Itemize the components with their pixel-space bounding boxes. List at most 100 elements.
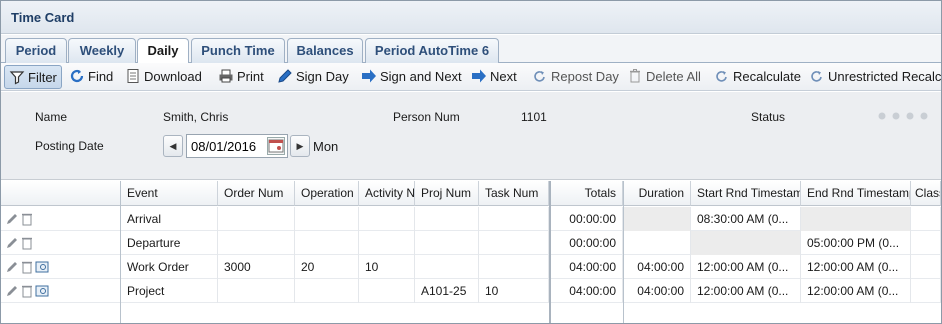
time-card-window: Time Card Period Weekly Daily Punch Time…	[0, 0, 942, 324]
cell-event[interactable]: Departure	[121, 231, 218, 255]
cell-class[interactable]	[911, 207, 941, 231]
edit-pencil-icon[interactable]	[5, 211, 19, 227]
cell-duration	[623, 231, 691, 255]
cell-order-num[interactable]	[218, 207, 295, 231]
cell-event[interactable]: Project	[121, 279, 218, 303]
sign-day-button[interactable]: Sign Day	[277, 65, 349, 89]
cell-task-num[interactable]	[479, 207, 549, 231]
chevron-right-icon: ▶	[296, 141, 304, 151]
filter-icon	[9, 71, 25, 85]
column-header-event[interactable]: Event	[121, 181, 218, 206]
tab-strip: Period Weekly Daily Punch Time Balances …	[1, 35, 941, 64]
column-header-duration[interactable]: Duration	[623, 181, 691, 206]
column-header-activity[interactable]: Activity N	[359, 181, 415, 206]
table-row[interactable]: Arrival 00:00:00 08:30:00 AM (0...	[1, 207, 941, 231]
cell-operation[interactable]	[295, 207, 359, 231]
cell-order-num[interactable]: 3000	[218, 255, 295, 279]
recalculate-button[interactable]: Recalculate	[714, 65, 801, 89]
cell-proj-num[interactable]	[415, 255, 479, 279]
filter-button[interactable]: Filter	[4, 65, 62, 89]
column-header-operation[interactable]: Operation	[295, 181, 359, 206]
table-row[interactable]: Work Order 3000 20 10 04:00:00 04:00:00 …	[1, 255, 941, 279]
frozen-column-divider	[549, 181, 551, 323]
column-header-end-rnd-timestamp[interactable]: End Rnd Timestamp	[801, 181, 911, 206]
column-header-totals[interactable]: Totals	[551, 181, 623, 206]
cell-activity[interactable]: 10	[359, 255, 415, 279]
cell-operation[interactable]: 20	[295, 255, 359, 279]
repost-day-button[interactable]: Repost Day	[532, 65, 619, 89]
print-button[interactable]: Print	[218, 65, 264, 89]
status-icons	[878, 112, 928, 120]
trash-icon[interactable]	[20, 211, 34, 227]
title-bar: Time Card	[1, 1, 941, 34]
tab-period[interactable]: Period	[5, 38, 67, 63]
cell-operation[interactable]	[295, 279, 359, 303]
cell-operation[interactable]	[295, 231, 359, 255]
column-header-class[interactable]: Class	[911, 181, 941, 206]
row-actions	[5, 283, 50, 299]
trash-icon[interactable]	[20, 283, 34, 299]
cell-start-rnd-timestamp[interactable]: 12:00:00 AM (0...	[691, 279, 801, 303]
repost-day-label: Repost Day	[551, 69, 619, 84]
cell-end-rnd-timestamp[interactable]: 05:00:00 PM (0...	[801, 231, 911, 255]
pen-icon	[278, 69, 292, 83]
cell-order-num[interactable]	[218, 231, 295, 255]
edit-pencil-icon[interactable]	[5, 235, 19, 251]
next-day-button[interactable]: ▶	[290, 135, 310, 157]
cell-order-num[interactable]	[218, 279, 295, 303]
delete-all-button[interactable]: Delete All	[627, 65, 701, 89]
day-of-week: Mon	[313, 139, 339, 154]
edit-pencil-icon[interactable]	[5, 259, 19, 275]
tab-period-autotime[interactable]: Period AutoTime 6	[365, 38, 499, 63]
cell-task-num[interactable]	[479, 255, 549, 279]
refresh-icon	[534, 71, 545, 82]
details-icon[interactable]	[35, 259, 49, 275]
cell-task-num[interactable]: 10	[479, 279, 549, 303]
cell-event[interactable]: Work Order	[121, 255, 218, 279]
prev-day-button[interactable]: ◀	[163, 135, 183, 157]
cell-task-num[interactable]	[479, 231, 549, 255]
trash-icon[interactable]	[20, 235, 34, 251]
find-button[interactable]: Find	[69, 65, 113, 89]
find-icon	[70, 69, 84, 83]
details-icon[interactable]	[35, 283, 49, 299]
cell-proj-num[interactable]: A101-25	[415, 279, 479, 303]
tab-balances[interactable]: Balances	[287, 38, 363, 63]
cell-start-rnd-timestamp[interactable]: 12:00:00 AM (0...	[691, 255, 801, 279]
edit-pencil-icon[interactable]	[5, 283, 19, 299]
table-row[interactable]: Departure 00:00:00 05:00:00 PM (0...	[1, 231, 941, 255]
column-header-task-num[interactable]: Task Num	[479, 181, 549, 206]
table-row[interactable]: Project A101-25 10 04:00:00 04:00:00 12:…	[1, 279, 941, 303]
tab-daily[interactable]: Daily	[137, 38, 189, 64]
column-header-order-num[interactable]: Order Num	[218, 181, 295, 206]
cell-totals: 00:00:00	[551, 231, 623, 255]
column-header-start-rnd-timestamp[interactable]: Start Rnd Timestam	[691, 181, 801, 206]
cell-event[interactable]: Arrival	[121, 207, 218, 231]
cell-proj-num[interactable]	[415, 207, 479, 231]
column-header-proj-num[interactable]: Proj Num	[415, 181, 479, 206]
unrestricted-recalc-button[interactable]: Unrestricted Recalc	[809, 65, 941, 89]
cell-activity[interactable]	[359, 207, 415, 231]
cell-start-rnd-timestamp[interactable]: 08:30:00 AM (0...	[691, 207, 801, 231]
cell-proj-num[interactable]	[415, 231, 479, 255]
tab-weekly[interactable]: Weekly	[68, 38, 136, 63]
status-label: Status	[751, 110, 786, 124]
cell-start-rnd-timestamp[interactable]	[691, 231, 801, 255]
trash-icon[interactable]	[20, 259, 34, 275]
cell-activity[interactable]	[359, 231, 415, 255]
sign-day-label: Sign Day	[296, 69, 349, 84]
tab-punch-time[interactable]: Punch Time	[191, 38, 285, 63]
cell-end-rnd-timestamp[interactable]	[801, 207, 911, 231]
row-actions	[5, 259, 50, 275]
cell-end-rnd-timestamp[interactable]: 12:00:00 AM (0...	[801, 255, 911, 279]
cell-class[interactable]	[911, 231, 941, 255]
next-button[interactable]: Next	[471, 65, 517, 89]
cell-activity[interactable]	[359, 279, 415, 303]
cell-end-rnd-timestamp[interactable]: 12:00:00 AM (0...	[801, 279, 911, 303]
download-button[interactable]: Download	[125, 65, 202, 89]
calendar-button[interactable]	[267, 137, 285, 155]
cell-class[interactable]	[911, 279, 941, 303]
sign-and-next-button[interactable]: Sign and Next	[361, 65, 462, 89]
next-label: Next	[490, 69, 517, 84]
cell-class[interactable]	[911, 255, 941, 279]
